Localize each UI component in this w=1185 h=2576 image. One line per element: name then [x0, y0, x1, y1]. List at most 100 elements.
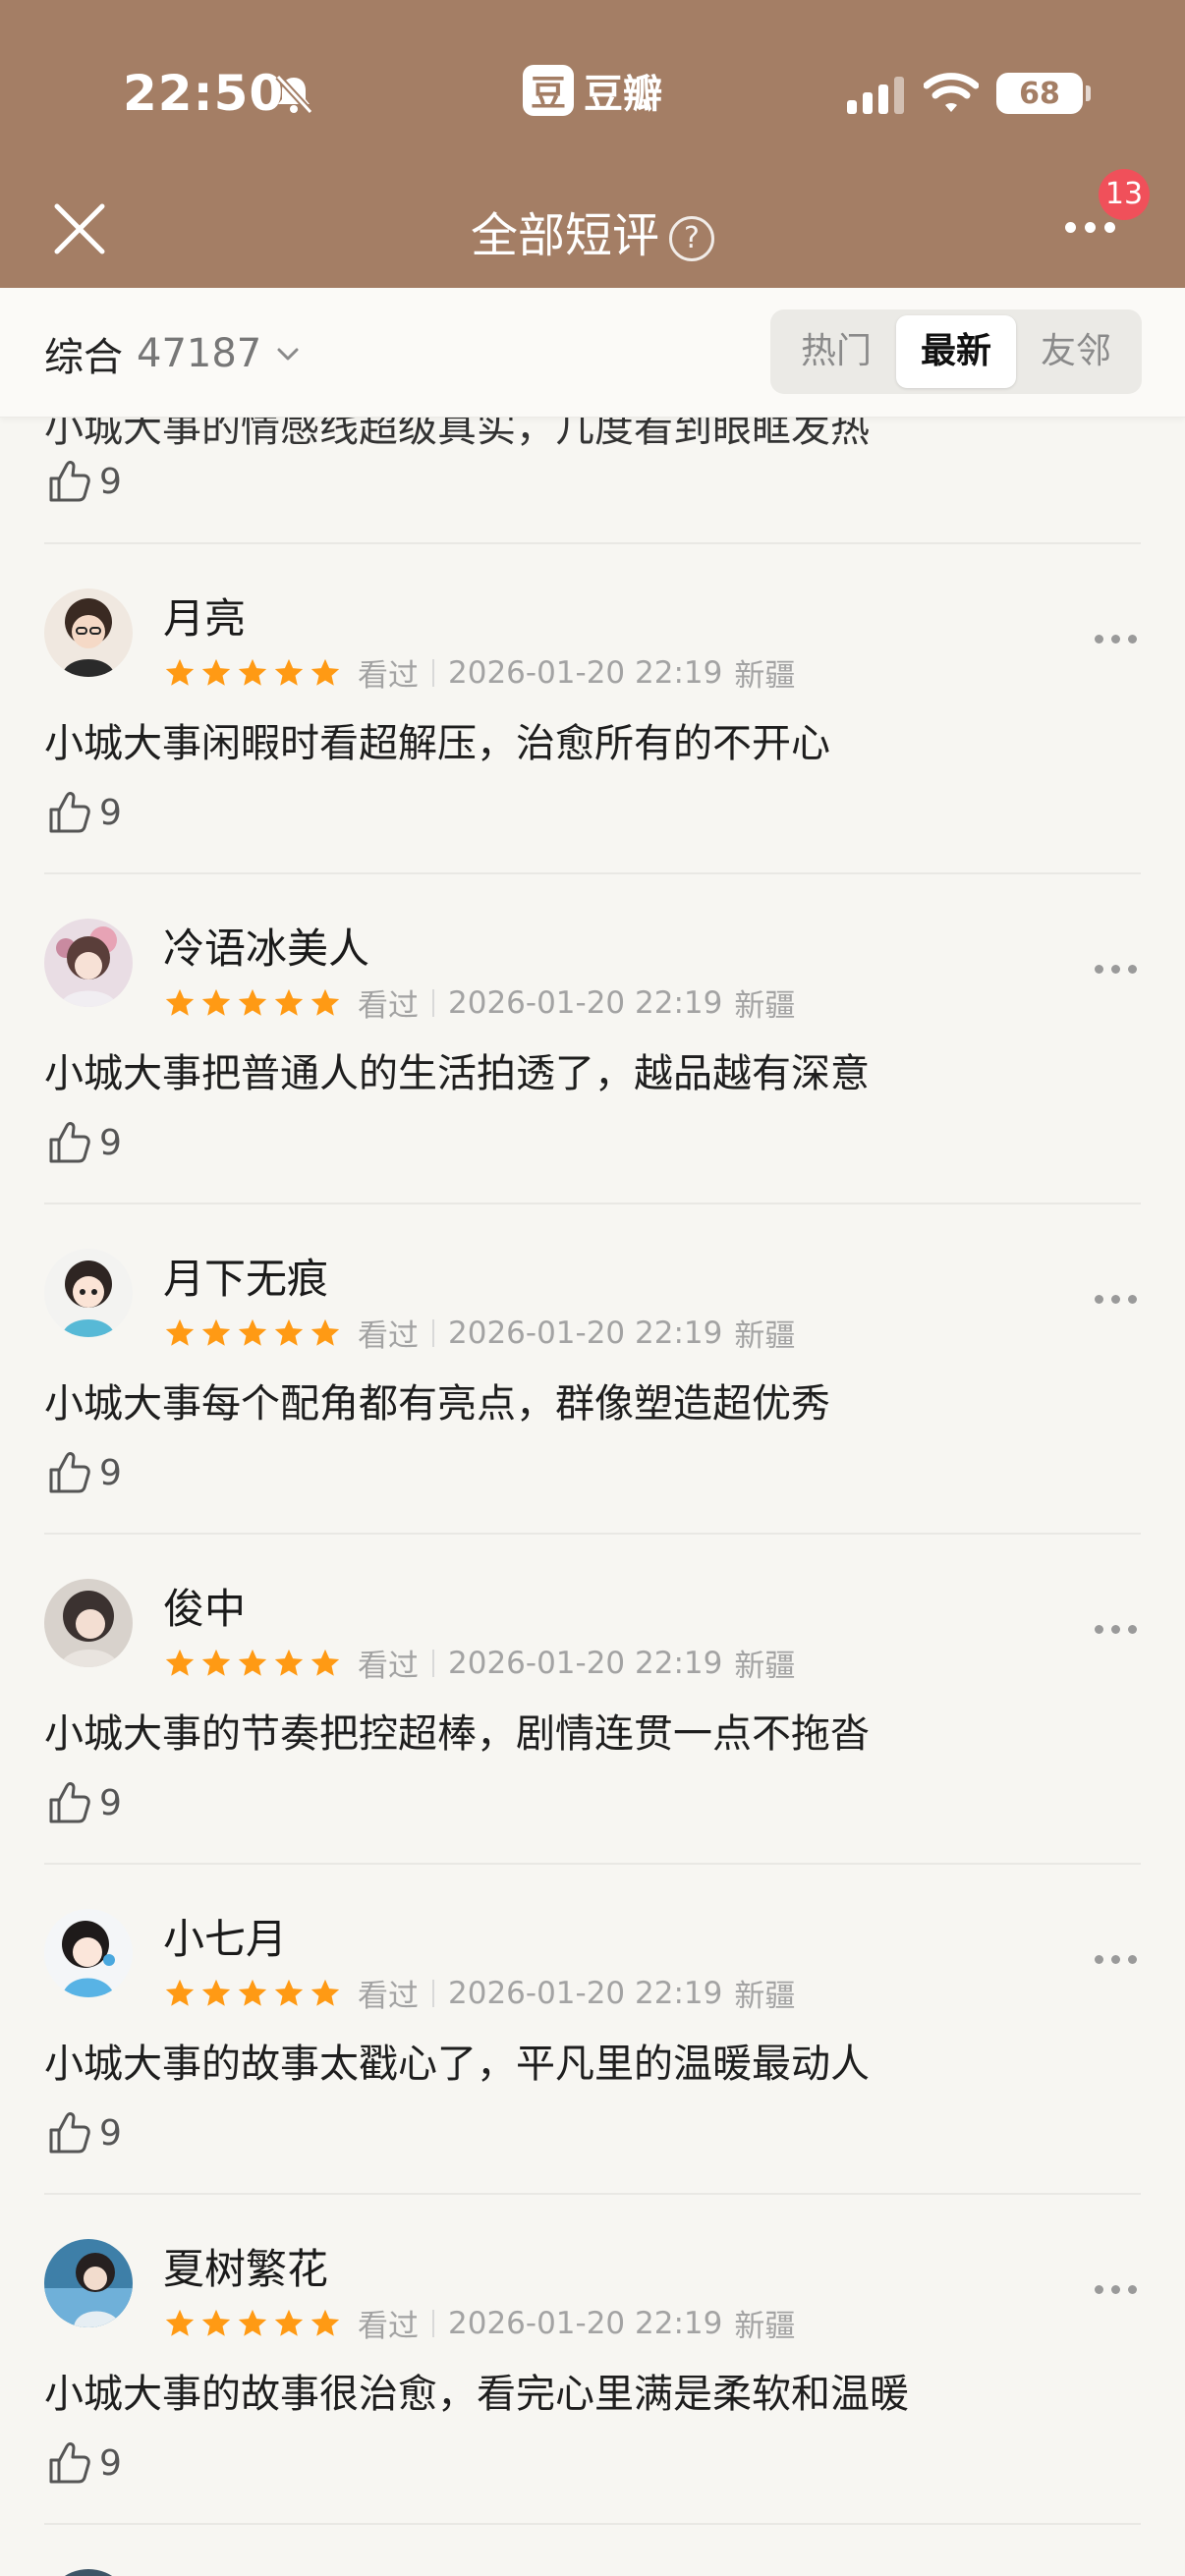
mute-bell-icon: [275, 74, 313, 115]
avatar[interactable]: [44, 2569, 133, 2576]
avatar[interactable]: [44, 1909, 133, 1997]
star-icon: [201, 1649, 231, 1676]
review-content: 小城大事闲暇时看超解压，治愈所有的不开心: [44, 721, 830, 766]
thumbs-up-icon: [49, 1452, 90, 1493]
douban-logo-icon: 豆: [523, 65, 574, 116]
help-icon[interactable]: ?: [669, 216, 714, 261]
like-button[interactable]: 9: [44, 1778, 122, 1827]
star-icon: [310, 1979, 340, 2006]
review-content: 小城大事每个配角都有亮点，群像塑造超优秀: [44, 1381, 830, 1427]
star-icon: [274, 658, 304, 686]
watch-status: 看过: [358, 658, 419, 694]
avatar[interactable]: [44, 1249, 133, 1337]
star-icon: [165, 2309, 195, 2336]
star-icon: [165, 1649, 195, 1676]
app-header: 22:50 豆 豆瓣 68 全部短评? 13: [0, 0, 1185, 288]
star-icon: [165, 658, 195, 686]
nav-row: 全部短评?: [0, 177, 1185, 275]
more-options-icon[interactable]: [1095, 1955, 1137, 1964]
username[interactable]: 月亮: [163, 586, 246, 645]
thumbs-up-icon: [49, 461, 90, 502]
sort-label: 综合: [44, 335, 123, 380]
review-content: 小城大事把普通人的生活拍透了，越品越有深意: [44, 1051, 870, 1096]
like-button[interactable]: 9: [44, 1448, 122, 1497]
tab-latest[interactable]: 最新: [896, 315, 1016, 388]
review-location: 新疆: [734, 1649, 796, 1684]
chevron-down-icon: [277, 348, 299, 361]
partial-review-content: 小城大事的情感线超级真实，几度看到眼眶发热: [44, 418, 870, 451]
review-content: 小城大事的故事太戳心了，平凡里的温暖最动人: [44, 2042, 870, 2087]
tab-friends[interactable]: 友邻: [1016, 315, 1136, 388]
watch-status: 看过: [358, 1979, 419, 2014]
review-location: 新疆: [734, 1979, 796, 2014]
like-count: 9: [99, 1122, 122, 1163]
star-icon: [201, 1979, 231, 2006]
review-item: 冷语冰美人 看过 2026-01-20 22:19 新疆 小城大事把普通人的生活…: [0, 874, 1185, 1204]
star-icon: [274, 1318, 304, 1346]
review-date: 2026-01-20 22:19: [448, 2305, 723, 2341]
review-item: 夏树繁花 看过 2026-01-20 22:19 新疆 小城大事的故事很治愈，看…: [0, 2195, 1185, 2525]
more-options-icon[interactable]: [1095, 1625, 1137, 1634]
more-icon: [1065, 222, 1115, 233]
watch-status: 看过: [358, 1649, 419, 1684]
star-icon: [310, 1649, 340, 1676]
username[interactable]: 俊中: [163, 1576, 246, 1636]
thumbs-up-icon: [49, 1782, 90, 1823]
wifi-icon: [924, 73, 979, 112]
star-icon: [238, 1649, 267, 1676]
tab-hot[interactable]: 热门: [776, 315, 896, 388]
rating-stars: [163, 1316, 342, 1350]
like-button[interactable]: 9: [44, 457, 122, 506]
review-item: 月亮 看过 2026-01-20 22:19 新疆 小城大事闲暇时看超解压，治愈…: [0, 544, 1185, 874]
username[interactable]: 小七月: [163, 1906, 287, 1966]
rating-stars: [163, 656, 342, 690]
app-name: 豆瓣: [584, 72, 662, 117]
sort-dropdown[interactable]: 综合 47187: [44, 325, 301, 382]
star-icon: [274, 1979, 304, 2006]
review-date: 2026-01-20 22:19: [448, 984, 723, 1021]
review-meta: 看过 2026-01-20 22:19 新疆: [163, 1971, 795, 2015]
like-button[interactable]: 9: [44, 2108, 122, 2157]
more-options-icon[interactable]: [1095, 1295, 1137, 1304]
divider: [44, 2523, 1141, 2525]
avatar[interactable]: [44, 1579, 133, 1667]
review-feed[interactable]: 小城大事的情感线超级真实，几度看到眼眶发热 9 月亮 看过 2026-01-20…: [0, 418, 1185, 2576]
star-icon: [201, 988, 231, 1016]
star-icon: [274, 2309, 304, 2336]
star-icon: [201, 1318, 231, 1346]
rating-stars: [163, 2307, 342, 2340]
like-count: 9: [99, 461, 122, 502]
watch-status: 看过: [358, 988, 419, 1024]
review-meta: 看过 2026-01-20 22:19 新疆: [163, 1641, 795, 1685]
star-icon: [238, 1318, 267, 1346]
like-count: 9: [99, 792, 122, 833]
rating-stars: [163, 986, 342, 1020]
review-date: 2026-01-20 22:19: [448, 654, 723, 691]
review-meta: 看过 2026-01-20 22:19 新疆: [163, 1311, 795, 1355]
like-button[interactable]: 9: [44, 1118, 122, 1167]
star-icon: [274, 988, 304, 1016]
star-icon: [238, 2309, 267, 2336]
star-icon: [310, 988, 340, 1016]
more-options-icon[interactable]: [1095, 2285, 1137, 2294]
page-title: 全部短评?: [0, 196, 1185, 265]
star-icon: [238, 1979, 267, 2006]
filter-bar: 综合 47187 热门 最新 友邻: [0, 288, 1185, 418]
watch-status: 看过: [358, 1318, 419, 1354]
username[interactable]: 冷语冰美人: [163, 916, 369, 976]
review-date: 2026-01-20 22:19: [448, 1315, 723, 1351]
star-icon: [310, 1318, 340, 1346]
review-item: 月下无痕 看过 2026-01-20 22:19 新疆 小城大事每个配角都有亮点…: [0, 1204, 1185, 1535]
avatar[interactable]: [44, 588, 133, 677]
username[interactable]: 月下无痕: [163, 1246, 328, 1306]
avatar[interactable]: [44, 919, 133, 1007]
more-options-icon[interactable]: [1095, 965, 1137, 974]
like-button[interactable]: 9: [44, 788, 122, 837]
star-icon: [165, 988, 195, 1016]
like-button[interactable]: 9: [44, 2438, 122, 2488]
avatar[interactable]: [44, 2239, 133, 2327]
username[interactable]: 夏树繁花: [163, 2236, 328, 2296]
star-icon: [238, 658, 267, 686]
star-icon: [274, 1649, 304, 1676]
more-options-icon[interactable]: [1095, 635, 1137, 644]
